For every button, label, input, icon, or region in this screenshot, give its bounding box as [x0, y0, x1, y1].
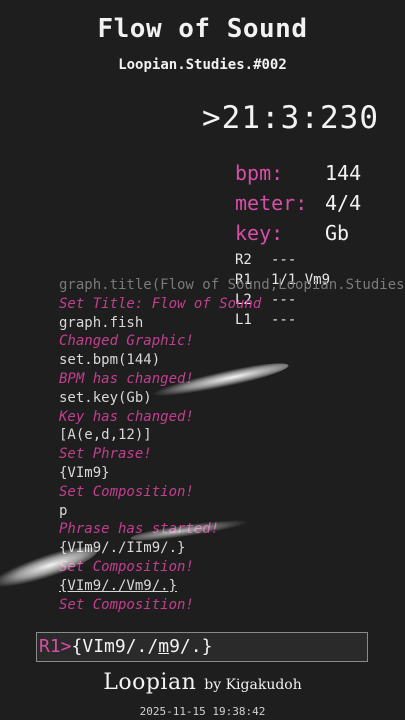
bpm-label: bpm:: [235, 161, 284, 185]
brand-footer: Loopian by Kigakudoh: [0, 670, 405, 695]
meter-row: meter: 4/4: [235, 188, 361, 218]
playback-position: >21:3:230: [202, 100, 379, 136]
console-line: {VIm9/./Vm9/.}: [59, 577, 178, 594]
app-subtitle: Loopian.Studies.#002: [118, 57, 287, 73]
app-title: Flow of Sound: [97, 14, 308, 44]
console-line: Phrase has started!: [59, 521, 220, 538]
console-line: set.key(Gb): [59, 389, 152, 406]
bpm-row: bpm: 144: [235, 158, 361, 188]
console-line: Key has changed!: [59, 408, 194, 425]
console-line: {VIm9/./IIm9/.}: [59, 540, 186, 557]
console-line: Changed Graphic!: [59, 333, 194, 350]
input-prompt: R1>: [39, 636, 72, 657]
parameter-panel: bpm: 144 meter: 4/4 key: Gb: [235, 158, 361, 248]
key-label: key:: [235, 221, 284, 245]
console-line: Set Composition!: [59, 596, 194, 613]
console-line: graph.title(Flow of Sound,Loopian.Studie…: [59, 277, 405, 293]
input-text-before-cursor: {VIm9/./: [71, 636, 159, 657]
console-line: Set Phrase!: [59, 446, 152, 463]
console-line: graph.fish: [59, 314, 144, 331]
loopian-logo: Loopian: [103, 670, 197, 695]
author-credit: by Kigakudoh: [204, 677, 302, 693]
track-value: ---: [271, 252, 297, 268]
track-r2: R2 ---: [235, 250, 330, 270]
timestamp: 2025-11-15 19:38:42: [139, 705, 266, 718]
key-row: key: Gb: [235, 218, 361, 248]
text-cursor: m: [158, 636, 170, 657]
console-line: BPM has changed!: [59, 370, 194, 387]
meter-label: meter:: [235, 191, 308, 215]
track-name: R2: [235, 252, 252, 268]
console-log: graph.title(Flow of Sound,Loopian.Studie…: [59, 276, 405, 614]
console-line: [A(e,d,12)]: [59, 427, 152, 444]
command-input[interactable]: R1>{VIm9/./m9/.}: [36, 632, 368, 662]
key-value: Gb: [325, 221, 350, 245]
console-line: Set Composition!: [59, 483, 194, 500]
console-line: Set Title: Flow of Sound: [59, 295, 262, 312]
console-line: set.bpm(144): [59, 352, 161, 369]
meter-value: 4/4: [325, 191, 362, 215]
console-line: Set Composition!: [59, 558, 194, 575]
input-text-after-cursor: 9/.}: [169, 636, 213, 657]
console-line: {VIm9}: [59, 464, 110, 481]
console-line: p: [59, 502, 68, 519]
bpm-value: 144: [325, 161, 362, 185]
